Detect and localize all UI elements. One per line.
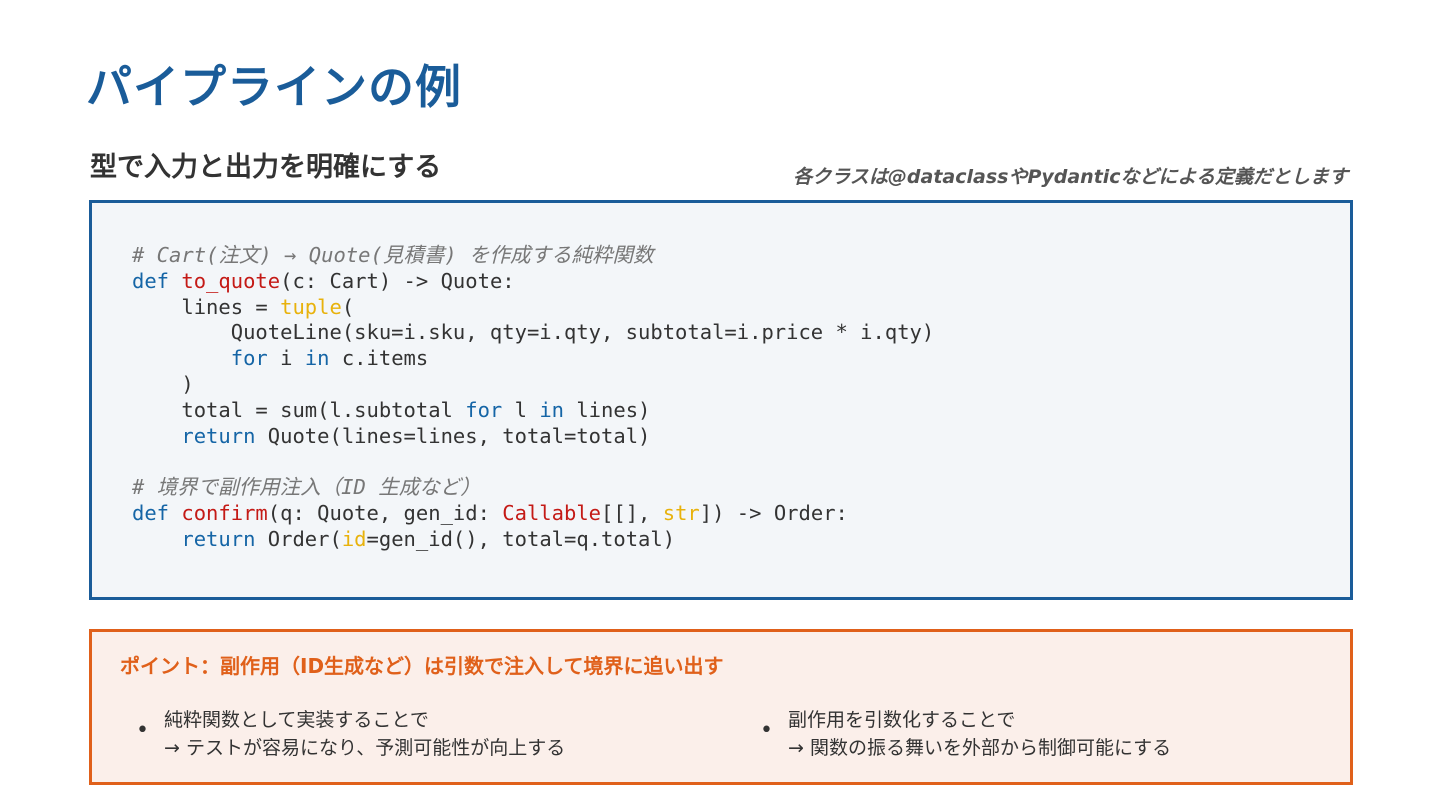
- code-token-kw: def: [132, 500, 182, 525]
- key-point-item: • 副作用を引数化することで → 関数の振る舞いを外部から制御可能にする: [760, 706, 1172, 762]
- key-point-line: → 関数の振る舞いを外部から制御可能にする: [788, 737, 1172, 759]
- key-point-item: • 純粋関数として実装することで → テストが容易になり、予測可能性が向上する: [136, 706, 566, 762]
- bullet-icon: •: [760, 718, 773, 743]
- code-line: def to_quote(c: Cart) -> Quote:: [132, 269, 934, 295]
- key-point-title: ポイント：副作用（ID生成など）は引数で注入して境界に追い出す: [120, 654, 724, 678]
- code-token-plain: (c: Cart) -> Quote:: [280, 268, 515, 293]
- code-token-comment: # Cart(注文) → Quote(見積書) を作成する純粋関数: [132, 243, 654, 267]
- slide-title: パイプラインの例: [86, 60, 462, 114]
- code-token-fn: confirm: [181, 500, 268, 525]
- code-token-plain: ): [132, 371, 194, 396]
- code-token-plain: total = sum(l.subtotal: [132, 397, 466, 422]
- code-token-fn: to_quote: [181, 268, 281, 293]
- slide-subtitle: 型で入力と出力を明確にする: [90, 152, 442, 183]
- code-token-plain: ]) -> Order:: [699, 500, 848, 525]
- code-token-kw: return: [181, 423, 256, 448]
- code-token-plain: (q: Quote, gen_id:: [267, 500, 503, 525]
- code-token-plain: Quote(lines=lines, total=total): [255, 423, 651, 448]
- code-listing: # Cart(注文) → Quote(見積書) を作成する純粋関数 def to_…: [132, 243, 934, 553]
- code-token-plain: lines): [564, 397, 651, 422]
- code-token-plain: (: [341, 294, 355, 319]
- code-line: return Order(id=gen_id(), total=q.total): [132, 527, 934, 553]
- code-block: # Cart(注文) → Quote(見積書) を作成する純粋関数 def to_…: [89, 200, 1353, 600]
- bullet-icon: •: [136, 718, 149, 743]
- code-token-builtin: id: [341, 526, 367, 551]
- code-token-fn: Callable: [502, 500, 602, 525]
- code-token-plain: [[],: [601, 500, 663, 525]
- code-token-kw: def: [132, 268, 182, 293]
- code-token-plain: QuoteLine(sku=i.sku, qty=i.qty, subtotal…: [132, 320, 935, 345]
- definition-note: 各クラスは@dataclassやPydanticなどによる定義だとします: [793, 166, 1348, 188]
- code-line: lines = tuple(: [132, 295, 934, 321]
- code-line: for i in c.items: [132, 346, 934, 372]
- key-point-box: ポイント：副作用（ID生成など）は引数で注入して境界に追い出す • 純粋関数とし…: [89, 629, 1353, 785]
- code-token-builtin: tuple: [280, 294, 342, 319]
- code-line: ): [132, 372, 934, 398]
- code-token-kw: for: [230, 346, 268, 371]
- code-token-kw: in: [304, 346, 330, 371]
- key-point-line: → テストが容易になり、予測可能性が向上する: [164, 737, 566, 759]
- code-line: QuoteLine(sku=i.sku, qty=i.qty, subtotal…: [132, 320, 935, 346]
- code-token-kw: in: [539, 397, 564, 422]
- code-token-builtin: str: [662, 500, 700, 525]
- code-token-kw: for: [465, 397, 503, 422]
- code-line: total = sum(l.subtotal for l in lines): [132, 398, 934, 424]
- code-token-plain: Order(: [255, 526, 342, 551]
- code-token-comment: # 境界で副作用注入（ID 生成など）: [132, 475, 481, 500]
- code-token-kw: return: [181, 526, 256, 551]
- key-point-line: 純粋関数として実装することで: [164, 709, 429, 731]
- code-line: return Quote(lines=lines, total=total): [132, 424, 934, 450]
- code-line: # Cart(注文) → Quote(見積書) を作成する純粋関数: [132, 243, 934, 269]
- code-line: def confirm(q: Quote, gen_id: Callable[[…: [132, 501, 934, 527]
- key-point-line: 副作用を引数化することで: [788, 709, 1016, 731]
- code-token-plain: i: [267, 346, 305, 371]
- code-line: # 境界で副作用注入（ID 生成など）: [132, 475, 934, 501]
- code-token-plain: =gen_id(), total=q.total): [366, 526, 676, 551]
- code-token-plain: l: [502, 397, 540, 422]
- code-token-plain: c.items: [329, 346, 429, 371]
- code-token-plain: lines =: [132, 294, 281, 319]
